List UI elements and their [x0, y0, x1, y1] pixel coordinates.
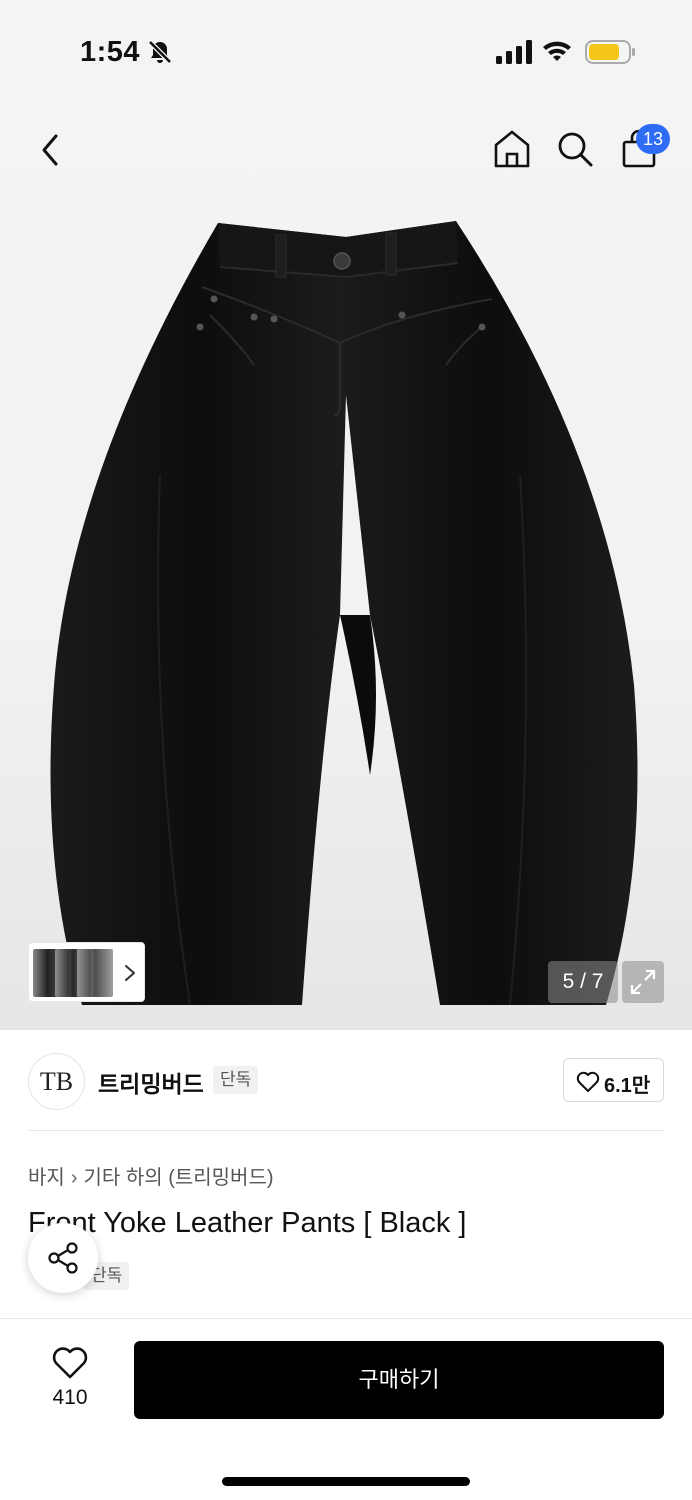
brand-like-button[interactable]: 6.1만 — [563, 1058, 664, 1102]
thumbnail-strip[interactable] — [28, 942, 145, 1002]
product-image — [50, 221, 638, 1006]
status-bar: 1:54 — [0, 0, 692, 100]
brand-logo[interactable]: TB — [28, 1053, 85, 1110]
bell-slash-icon — [148, 40, 172, 64]
breadcrumb-category[interactable]: 바지 — [28, 1167, 65, 1189]
breadcrumb: 바지 › 기타 하의 (트리밍버드) — [28, 1161, 274, 1190]
signal-icon — [496, 40, 532, 64]
home-icon[interactable] — [492, 128, 532, 170]
brand-like-count: 6.1만 — [604, 1075, 651, 1097]
exclusive-tag: 단독 — [213, 1066, 259, 1094]
image-counter: 5 / 7 — [548, 961, 618, 1003]
thumbnail-image[interactable] — [77, 949, 113, 997]
chevron-right-icon: › — [70, 1167, 78, 1189]
heart-icon[interactable] — [52, 1346, 88, 1380]
brand-name[interactable]: 트리밍버드 — [98, 1065, 204, 1099]
divider — [28, 1130, 664, 1131]
product-title: Front Yoke Leather Pants [ Black ] — [28, 1207, 467, 1239]
share-icon — [48, 1242, 78, 1274]
product-image-area[interactable]: 1:54 13 5 / 7 — [0, 0, 692, 1030]
wifi-icon — [543, 41, 571, 61]
cart-count-badge: 13 — [636, 124, 670, 154]
buy-button[interactable]: 구매하기 — [134, 1341, 664, 1419]
home-indicator[interactable] — [222, 1477, 470, 1486]
chevron-right-icon[interactable] — [123, 963, 137, 983]
status-time: 1:54 — [80, 36, 141, 68]
battery-icon — [585, 40, 635, 64]
expand-icon — [630, 969, 656, 995]
back-icon[interactable] — [30, 128, 70, 172]
expand-button[interactable] — [622, 961, 664, 1003]
share-button[interactable] — [28, 1223, 98, 1293]
breadcrumb-subcategory[interactable]: 기타 하의 (트리밍버드) — [83, 1167, 273, 1189]
search-icon[interactable] — [555, 128, 595, 170]
heart-icon — [576, 1071, 600, 1092]
wish-count: 410 — [52, 1386, 88, 1409]
